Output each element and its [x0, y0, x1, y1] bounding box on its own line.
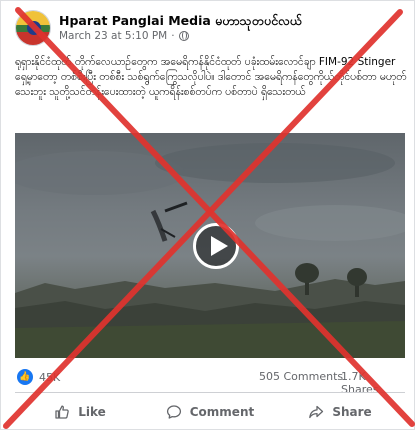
comment-button[interactable]: Comment: [145, 399, 275, 425]
like-button-label: Like: [78, 405, 106, 419]
page-name-link[interactable]: Hparat Panglai Media မဟာသုတပင်လယ်: [59, 13, 302, 29]
reactions-summary[interactable]: 45K: [17, 369, 60, 385]
comment-icon: [166, 405, 181, 419]
post-text: ရုရှားနိုင်ငံထုတ် တိုက်လေယာဉ်တွေက အမေရိက…: [15, 56, 407, 98]
thumbs-up-icon: [55, 405, 70, 419]
play-button[interactable]: [193, 223, 239, 269]
video-player[interactable]: [15, 133, 405, 358]
globe-icon: [178, 31, 189, 41]
comments-count-link[interactable]: 505 Comments: [259, 370, 343, 383]
post-meta: March 23 at 5:10 PM ·: [59, 29, 302, 43]
share-button[interactable]: Share: [275, 399, 405, 425]
actions-divider: [15, 392, 405, 393]
post-timestamp[interactable]: March 23 at 5:10 PM: [59, 29, 167, 43]
share-button-label: Share: [332, 405, 372, 419]
post-header-text: Hparat Panglai Media မဟာသုတပင်လယ် March …: [59, 13, 302, 43]
meta-separator: ·: [171, 30, 175, 42]
facebook-post-card: Hparat Panglai Media မဟာသုတပင်လယ် March …: [0, 0, 415, 430]
post-header: Hparat Panglai Media မဟာသုတပင်လယ် March …: [15, 10, 302, 46]
post-stats: 45K 505 Comments 1.7K Shares: [15, 369, 405, 396]
like-button[interactable]: Like: [15, 399, 145, 425]
post-actions-bar: Like Comment Share: [15, 399, 405, 425]
share-icon: [309, 405, 324, 419]
play-icon: [211, 236, 228, 256]
reaction-count[interactable]: 45K: [39, 371, 60, 384]
comment-button-label: Comment: [189, 405, 255, 419]
page-avatar[interactable]: [15, 10, 51, 46]
like-icon: [17, 369, 33, 385]
